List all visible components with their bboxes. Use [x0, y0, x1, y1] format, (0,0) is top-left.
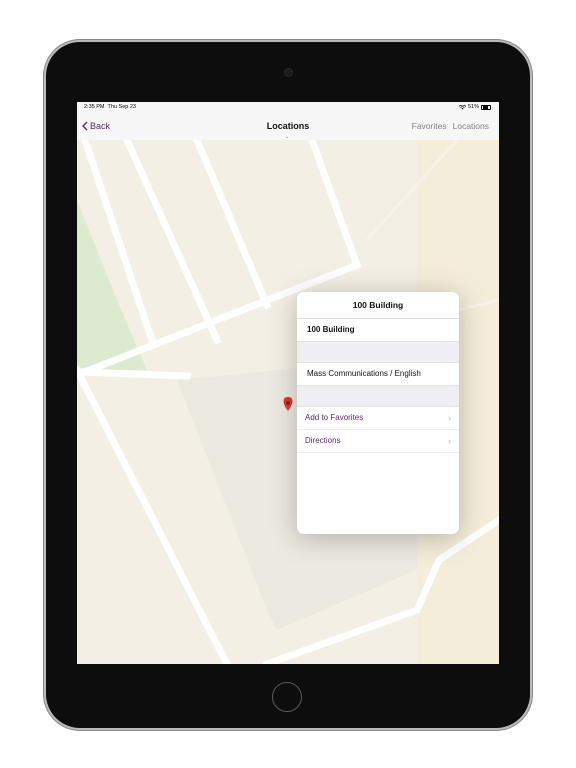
battery-icon — [481, 104, 491, 110]
front-camera — [284, 68, 293, 77]
department-row: Mass Communications / English — [297, 363, 459, 386]
status-time: 2:35 PM Thu Sep 23 — [84, 104, 136, 110]
status-date-text: Thu Sep 23 — [107, 104, 136, 110]
road-7 — [78, 368, 191, 380]
chevron-left-icon — [82, 121, 88, 131]
locations-button[interactable]: Locations — [453, 121, 489, 131]
pin-center — [286, 401, 290, 405]
status-right: 51% — [458, 104, 491, 110]
nav-right-buttons: Favorites Locations — [412, 121, 489, 131]
status-bar: 2:35 PM Thu Sep 23 51% — [77, 102, 499, 114]
back-label: Back — [90, 121, 111, 131]
add-to-favorites-label: Add to Favorites — [305, 413, 364, 422]
directions-button[interactable]: Directions › — [297, 430, 459, 453]
wifi-icon — [458, 104, 466, 109]
back-button[interactable]: Back — [82, 121, 110, 131]
directions-label: Directions — [305, 436, 341, 445]
app-screen: 2:35 PM Thu Sep 23 51% Back Locations ⌄ … — [77, 102, 499, 664]
navigation-bar: Back Locations ⌄ Favorites Locations — [77, 114, 499, 141]
building-name-row: 100 Building — [297, 319, 459, 342]
section-spacer — [297, 386, 459, 407]
location-popover: 100 Building 100 Building Mass Communica… — [297, 292, 459, 534]
section-spacer — [297, 342, 459, 363]
home-button[interactable] — [272, 682, 302, 712]
add-to-favorites-button[interactable]: Add to Favorites › — [297, 407, 459, 430]
chevron-right-icon: › — [448, 436, 451, 446]
status-time-text: 2:35 PM — [84, 104, 105, 110]
chevron-right-icon: › — [448, 413, 451, 423]
favorites-button[interactable]: Favorites — [412, 121, 447, 131]
battery-percent: 51% — [467, 104, 479, 110]
popover-title: 100 Building — [297, 292, 459, 319]
